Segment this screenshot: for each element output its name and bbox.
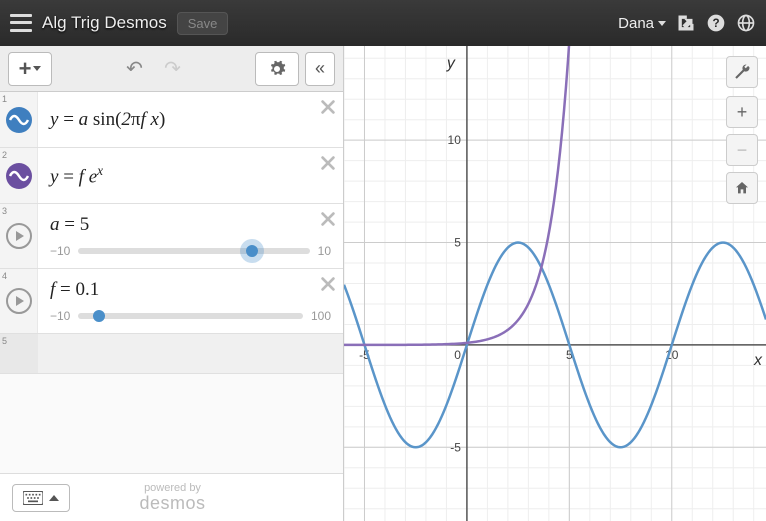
expression-index: 4	[2, 271, 7, 281]
delete-expression-button[interactable]	[319, 98, 337, 121]
help-icon[interactable]: ?	[706, 13, 726, 33]
undo-button[interactable]: ↶	[119, 52, 151, 86]
slider[interactable]: −10 100	[50, 309, 331, 323]
svg-text:?: ?	[712, 17, 719, 30]
expression-row[interactable]: 4 f = 0.1 −10 100	[0, 269, 343, 334]
save-button[interactable]: Save	[177, 12, 229, 35]
main: + ↶ ↷ « 1 y = a sin(2πf x) 2 y = f ex 3 a = 5…	[0, 46, 766, 521]
graph-zoom-controls: + −	[726, 96, 758, 204]
slider-thumb[interactable]	[246, 245, 258, 257]
expression-toolbar: + ↶ ↷ «	[0, 46, 343, 92]
slider-play-button[interactable]	[6, 223, 32, 249]
zoom-in-button[interactable]: +	[726, 96, 758, 128]
expression-latex: y = a sin(2πf x)	[50, 109, 331, 131]
add-expression-button[interactable]: +	[8, 52, 52, 86]
collapse-panel-button[interactable]: «	[305, 52, 335, 86]
user-menu[interactable]: Dana	[618, 15, 666, 32]
svg-text:x: x	[753, 352, 763, 369]
expression-index: 5	[2, 336, 7, 346]
expression-body[interactable]: y = f ex	[38, 148, 343, 203]
chevron-down-icon	[33, 66, 41, 71]
gear-icon	[268, 60, 286, 78]
user-name: Dana	[618, 15, 654, 32]
slider-play-button[interactable]	[6, 288, 32, 314]
graph-panel[interactable]: -5510-55100xy + −	[344, 46, 766, 521]
slider-thumb[interactable]	[93, 310, 105, 322]
powered-by: powered by desmos	[139, 483, 205, 512]
plus-icon: +	[19, 56, 32, 82]
keyboard-icon	[23, 491, 43, 505]
svg-text:10: 10	[448, 133, 462, 147]
redo-button: ↷	[157, 52, 189, 86]
topbar: Alg Trig Desmos Save Dana ?	[0, 0, 766, 46]
chevron-up-icon	[49, 495, 59, 501]
svg-text:0: 0	[454, 348, 461, 362]
expression-latex: y = f ex	[50, 163, 331, 188]
expression-latex: f = 0.1	[50, 279, 331, 301]
expression-row[interactable]: 5	[0, 334, 343, 374]
slider-track[interactable]	[78, 248, 309, 254]
slider-min: −10	[50, 244, 70, 258]
chevron-down-icon	[658, 21, 666, 26]
expression-body[interactable]: y = a sin(2πf x)	[38, 92, 343, 147]
language-icon[interactable]	[736, 13, 756, 33]
document-title: Alg Trig Desmos	[42, 13, 167, 33]
slider-max: 10	[318, 244, 331, 258]
expression-body[interactable]: f = 0.1 −10 100	[38, 269, 343, 333]
brand-name: desmos	[139, 494, 205, 512]
delete-expression-button[interactable]	[319, 210, 337, 233]
slider-track[interactable]	[78, 313, 303, 319]
expression-index: 1	[2, 94, 7, 104]
slider[interactable]: −10 10	[50, 244, 331, 258]
svg-text:5: 5	[454, 236, 461, 250]
home-icon	[734, 180, 750, 196]
graph-canvas[interactable]: -5510-55100xy	[344, 46, 766, 521]
expression-body[interactable]: a = 5 −10 10	[38, 204, 343, 268]
delete-expression-button[interactable]	[319, 275, 337, 298]
expression-panel: + ↶ ↷ « 1 y = a sin(2πf x) 2 y = f ex 3 a = 5…	[0, 46, 344, 521]
home-button[interactable]	[726, 172, 758, 204]
delete-expression-button[interactable]	[319, 154, 337, 177]
zoom-out-button[interactable]: −	[726, 134, 758, 166]
menu-button[interactable]	[10, 12, 32, 34]
panel-footer: powered by desmos	[0, 473, 343, 521]
wrench-icon	[733, 63, 751, 81]
settings-button[interactable]	[255, 52, 299, 86]
expression-body[interactable]	[38, 334, 343, 373]
share-icon[interactable]	[676, 13, 696, 33]
expression-index: 3	[2, 206, 7, 216]
slider-min: −10	[50, 309, 70, 323]
keyboard-toggle-button[interactable]	[12, 484, 70, 512]
expression-row[interactable]: 2 y = f ex	[0, 148, 343, 204]
svg-text:y: y	[446, 55, 456, 72]
expression-row[interactable]: 1 y = a sin(2πf x)	[0, 92, 343, 148]
curve-color-icon[interactable]	[6, 107, 32, 133]
curve-color-icon[interactable]	[6, 163, 32, 189]
expression-list: 1 y = a sin(2πf x) 2 y = f ex 3 a = 5 −10 10 4 f …	[0, 92, 343, 521]
expression-row[interactable]: 3 a = 5 −10 10	[0, 204, 343, 269]
graph-settings-button[interactable]	[726, 56, 758, 88]
expression-latex: a = 5	[50, 214, 331, 236]
expression-index: 2	[2, 150, 7, 160]
slider-max: 100	[311, 309, 331, 323]
svg-text:-5: -5	[450, 440, 461, 454]
